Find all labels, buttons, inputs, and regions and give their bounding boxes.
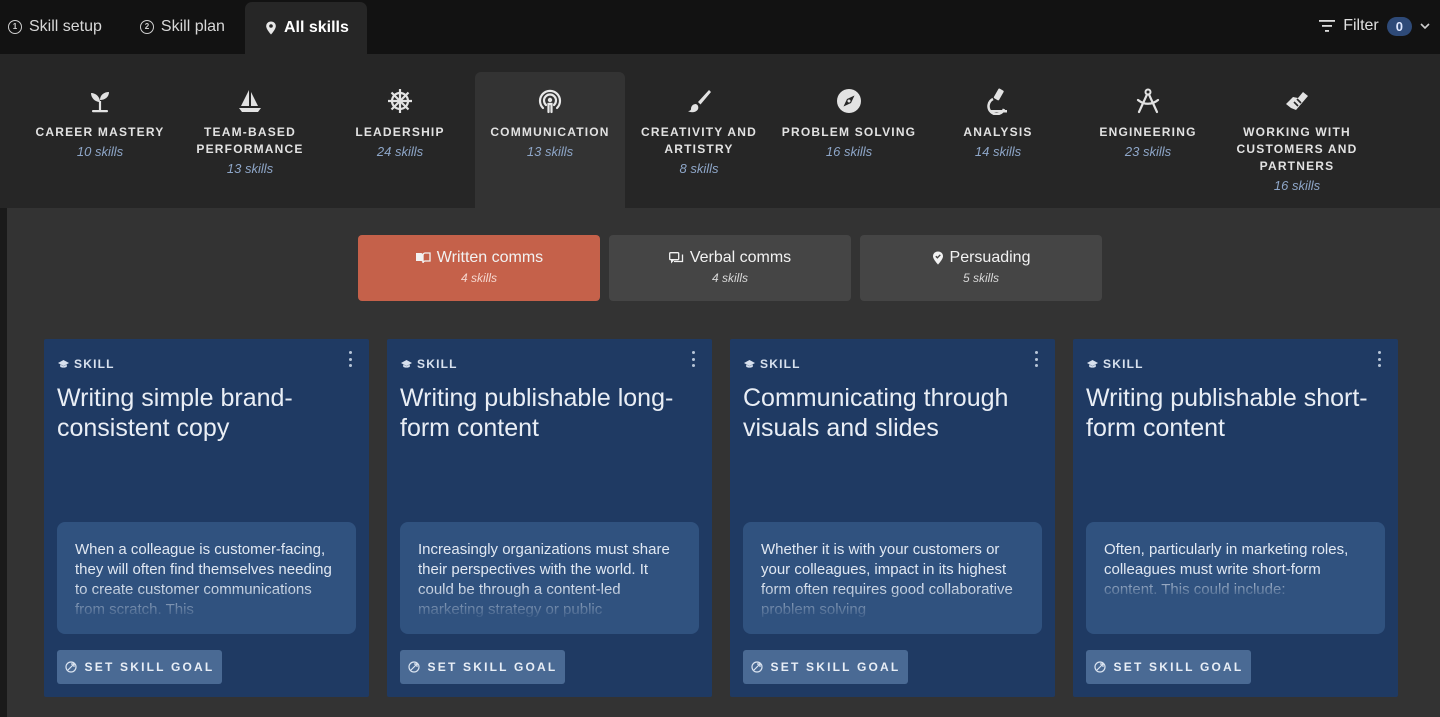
category-leadership[interactable]: LEADERSHIP 24 skills [325,72,475,208]
category-count: 14 skills [974,144,1022,159]
skill-description: When a colleague is customer-facing, the… [57,522,356,634]
skill-card[interactable]: SKILL Writing publishable short-form con… [1073,339,1398,697]
category-count: 13 skills [226,161,274,176]
skill-label: SKILL [1087,357,1144,371]
drafting-compass-icon [1136,88,1160,114]
category-row: CAREER MASTERY 10 skills TEAM-BASED PERF… [0,54,1440,226]
category-creativity-and-artistry[interactable]: CREATIVITY AND ARTISTRY 8 skills [624,72,774,208]
subtab-persuading[interactable]: Persuading 5 skills [860,235,1102,301]
sailboat-icon [239,90,261,112]
filter-button[interactable]: Filter 0 [1319,12,1430,40]
category-name: PROBLEM SOLVING [781,125,917,139]
set-skill-goal-button[interactable]: SET SKILL GOAL [57,650,222,684]
category-name: ANALYSIS [963,125,1033,139]
subtab-count: 5 skills [962,271,999,285]
paintbrush-icon [688,90,711,113]
category-name: ENGINEERING [1099,125,1197,139]
microscope-icon [987,88,1007,115]
category-name: LEADERSHIP [355,125,445,139]
set-skill-goal-button[interactable]: SET SKILL GOAL [400,650,565,684]
category-count: 8 skills [679,161,719,176]
skill-description: Increasingly organizations must share th… [400,522,699,634]
circle-2-icon: 2 [139,20,154,34]
badge-check-icon [932,251,943,265]
kebab-menu-icon[interactable] [1374,351,1384,367]
skill-card[interactable]: SKILL Communicating through visuals and … [730,339,1055,697]
subtab-label: Written comms [436,249,544,266]
subtab-written-comms[interactable]: Written comms 4 skills [358,235,600,301]
filter-count-badge: 0 [1386,16,1412,36]
skills-panel: Written comms 4 skills Verbal comms 4 sk… [7,208,1440,717]
category-name: CAREER MASTERY [35,125,165,139]
tab-all-skills[interactable]: All skills [244,2,367,54]
tab-label: Skill plan [160,18,225,35]
set-skill-goal-button[interactable]: SET SKILL GOAL [743,650,908,684]
category-name: CREATIVITY AND ARTISTRY [641,125,757,156]
skill-title: Writing simple brand-consistent copy [57,384,293,442]
graduation-cap-icon [401,359,412,368]
ship-wheel-icon [388,89,412,113]
skill-label: SKILL [744,357,801,371]
graduation-cap-icon [1087,359,1098,368]
category-analysis[interactable]: ANALYSIS 14 skills [923,72,1073,208]
skill-title: Writing publishable short-form content [1086,384,1368,442]
skill-description: Whether it is with your customers or you… [743,522,1042,634]
category-engineering[interactable]: ENGINEERING 23 skills [1073,72,1223,208]
tab-skill-plan[interactable]: 2 Skill plan [120,2,243,52]
kebab-menu-icon[interactable] [688,351,698,367]
category-count: 16 skills [825,144,873,159]
subtab-count: 4 skills [711,271,748,285]
map-pin-icon [266,21,276,35]
skill-title: Communicating through visuals and slides [743,384,1009,442]
category-career-mastery[interactable]: CAREER MASTERY 10 skills [25,72,175,208]
subtab-label: Persuading [949,249,1031,266]
target-icon [64,661,77,673]
category-name: WORKING WITH CUSTOMERS AND PARTNERS [1236,125,1358,173]
category-count: 16 skills [1273,178,1321,193]
target-icon [407,661,420,673]
subtab-label: Verbal comms [689,249,792,266]
book-open-icon [415,252,431,264]
category-communication[interactable]: COMMUNICATION 13 skills [475,72,625,226]
graduation-cap-icon [744,359,755,368]
filter-lines-icon [1319,20,1336,32]
skill-label: SKILL [401,357,458,371]
skill-title: Writing publishable long-form content [400,384,674,442]
skill-description: Often, particularly in marketing roles, … [1086,522,1385,634]
graduation-cap-icon [58,359,69,368]
compass-icon [837,89,861,113]
category-count: 10 skills [76,144,124,159]
circle-1-icon: 1 [8,20,22,34]
chat-bubbles-icon [668,251,683,263]
tab-label: Skill setup [29,18,102,35]
kebab-menu-icon[interactable] [1031,351,1041,367]
broadcast-icon [538,89,562,114]
kebab-menu-icon[interactable] [345,351,355,367]
tab-skill-setup[interactable]: 1 Skill setup [0,2,120,52]
subtab-verbal-comms[interactable]: Verbal comms 4 skills [609,235,851,301]
category-name: COMMUNICATION [490,125,610,139]
category-count: 13 skills [526,144,574,159]
skill-label: SKILL [58,357,115,371]
sprout-icon [91,92,109,113]
target-icon [1093,661,1106,673]
target-icon [750,661,763,673]
subtab-count: 4 skills [460,271,497,285]
skill-card[interactable]: SKILL Writing publishable long-form cont… [387,339,712,697]
skill-card[interactable]: SKILL Writing simple brand-consistent co… [44,339,369,697]
category-working-with-customers-and-partners[interactable]: WORKING WITH CUSTOMERS AND PARTNERS 16 s… [1222,72,1372,208]
category-count: 23 skills [1124,144,1172,159]
category-name: TEAM-BASED PERFORMANCE [196,125,304,156]
category-team-based-performance[interactable]: TEAM-BASED PERFORMANCE 13 skills [175,72,325,208]
top-navigation: 1 Skill setup 2 Skill plan All skills Fi… [0,0,1440,54]
filter-label: Filter [1343,17,1379,34]
handshake-icon [1286,92,1308,110]
category-count: 24 skills [376,144,424,159]
chevron-down-icon [1420,22,1430,29]
category-problem-solving[interactable]: PROBLEM SOLVING 16 skills [774,72,924,208]
set-skill-goal-button[interactable]: SET SKILL GOAL [1086,650,1251,684]
tab-label: All skills [283,19,349,36]
